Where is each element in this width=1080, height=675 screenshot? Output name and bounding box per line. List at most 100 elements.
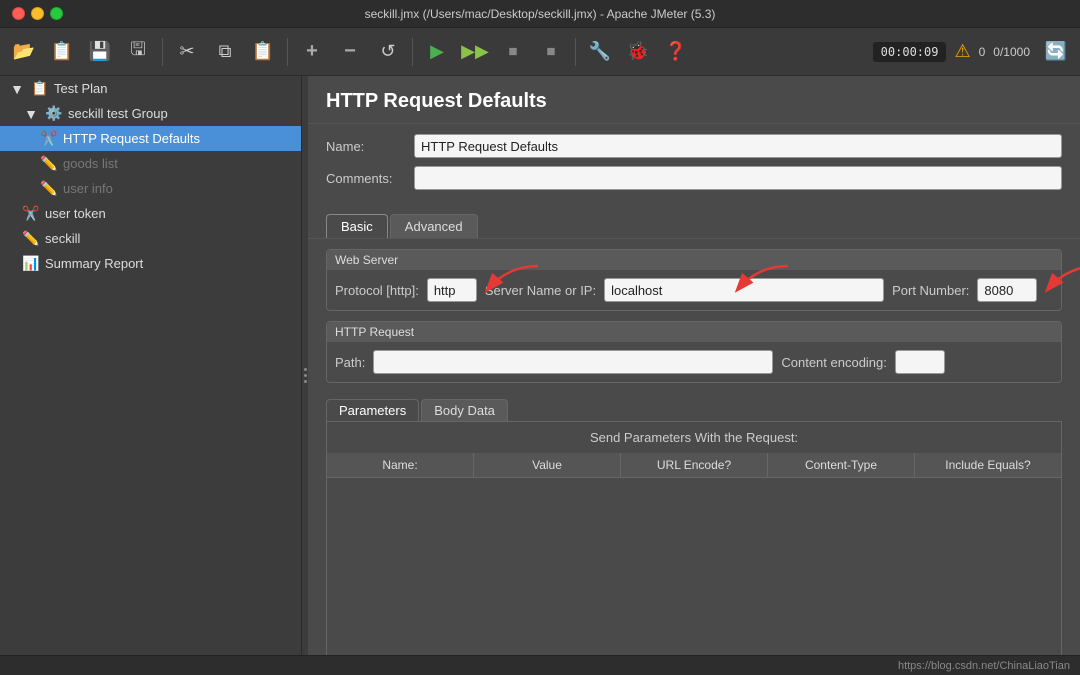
summary-report-icon: 📊: [22, 255, 40, 272]
timer-display: 00:00:09: [873, 42, 947, 62]
param-tabs: Parameters Body Data: [308, 393, 1080, 421]
name-input[interactable]: [414, 134, 1062, 158]
col-url-encode: URL Encode?: [621, 453, 768, 477]
path-input[interactable]: [373, 350, 773, 374]
col-include-equals: Include Equals?: [915, 453, 1061, 477]
counter-display: 0/1000: [993, 45, 1030, 59]
port-label: Port Number:: [892, 283, 969, 298]
separator-1: [162, 38, 163, 66]
sidebar-item-http-defaults[interactable]: ✂️ HTTP Request Defaults: [0, 126, 301, 151]
user-info-label: user info: [63, 181, 293, 196]
sidebar-item-goods-list[interactable]: ✏️ goods list: [0, 151, 301, 176]
content-header: HTTP Request Defaults: [308, 76, 1080, 124]
tab-advanced[interactable]: Advanced: [390, 214, 478, 238]
web-server-section: Web Server Protocol [http]: Server Name …: [326, 249, 1062, 311]
http-request-title: HTTP Request: [327, 322, 1061, 342]
content-title: HTTP Request Defaults: [326, 90, 547, 112]
minimize-button[interactable]: [31, 7, 44, 20]
separator-4: [575, 38, 576, 66]
protocol-label: Protocol [http]:: [335, 283, 419, 298]
start-button[interactable]: ▶: [419, 34, 455, 70]
comments-row: Comments:: [326, 166, 1062, 190]
separator-3: [412, 38, 413, 66]
save-as-button[interactable]: 🖫: [120, 34, 156, 70]
send-params-label: Send Parameters With the Request:: [327, 422, 1061, 453]
comments-input[interactable]: [414, 166, 1062, 190]
remove-button[interactable]: −: [332, 34, 368, 70]
status-url: https://blog.csdn.net/ChinaLiaoTian: [898, 660, 1070, 672]
paste-button[interactable]: 📋: [245, 34, 281, 70]
seckill-label: seckill: [45, 231, 293, 246]
encoding-input[interactable]: [895, 350, 945, 374]
sidebar-item-summary-report[interactable]: 📊 Summary Report: [0, 251, 301, 276]
form-section: Name: Comments:: [308, 124, 1080, 208]
window-title: seckill.jmx (/Users/mac/Desktop/seckill.…: [365, 7, 716, 21]
separator-2: [287, 38, 288, 66]
user-token-icon: ✂️: [22, 205, 40, 222]
server-input[interactable]: [604, 278, 884, 302]
sidebar-item-test-plan[interactable]: ▼ 📋 Test Plan: [0, 76, 301, 101]
seckill-icon: ✏️: [22, 230, 40, 247]
test-plan-folder-icon: 📋: [31, 80, 49, 97]
main-layout: ▼ 📋 Test Plan ▼ ⚙️ seckill test Group ✂️…: [0, 76, 1080, 675]
shutdown-button[interactable]: ⏹: [533, 34, 569, 70]
test-plan-icon: ▼: [8, 81, 26, 97]
protocol-input[interactable]: [427, 278, 477, 302]
goods-list-icon: ✏️: [40, 155, 58, 172]
log-errors-button[interactable]: 🐞: [620, 34, 656, 70]
summary-report-label: Summary Report: [45, 256, 293, 271]
open-button[interactable]: 📂: [6, 34, 42, 70]
resize-dot-3: [304, 380, 307, 383]
title-bar: seckill.jmx (/Users/mac/Desktop/seckill.…: [0, 0, 1080, 28]
warning-count: 0: [979, 45, 986, 59]
maximize-button[interactable]: [50, 7, 63, 20]
templates-button[interactable]: 📋: [44, 34, 80, 70]
table-body: [327, 478, 1061, 675]
undo-button[interactable]: ↺: [370, 34, 406, 70]
name-row: Name:: [326, 134, 1062, 158]
status-bar: https://blog.csdn.net/ChinaLiaoTian: [0, 655, 1080, 675]
web-server-body: Protocol [http]: Server Name or IP: Port…: [327, 270, 1061, 310]
sidebar-item-user-info[interactable]: ✏️ user info: [0, 176, 301, 201]
sidebar: ▼ 📋 Test Plan ▼ ⚙️ seckill test Group ✂️…: [0, 76, 302, 675]
content-area: HTTP Request Defaults Name: Comments: Ba…: [308, 76, 1080, 675]
user-info-icon: ✏️: [40, 180, 58, 197]
resize-dot-2: [304, 374, 307, 377]
seckill-group-label: seckill test Group: [68, 106, 293, 121]
tab-parameters[interactable]: Parameters: [326, 399, 419, 421]
cut-button[interactable]: ✂: [169, 34, 205, 70]
sidebar-item-user-token[interactable]: ✂️ user token: [0, 201, 301, 226]
seckill-group-icon: ⚙️: [45, 105, 63, 122]
copy-button[interactable]: ⧉: [207, 34, 243, 70]
window-controls: [12, 7, 63, 20]
add-element-button[interactable]: +: [294, 34, 330, 70]
col-value: Value: [474, 453, 621, 477]
col-content-type: Content-Type: [768, 453, 915, 477]
path-label: Path:: [335, 355, 365, 370]
http-request-section: HTTP Request Path: Content encoding:: [326, 321, 1062, 383]
http-defaults-label: HTTP Request Defaults: [63, 131, 293, 146]
start-no-pause-button[interactable]: ▶▶: [457, 34, 493, 70]
properties-button[interactable]: 🔧: [582, 34, 618, 70]
tab-basic[interactable]: Basic: [326, 214, 388, 238]
help-button[interactable]: ❓: [658, 34, 694, 70]
toolbar-right: 00:00:09 ⚠ 0 0/1000 🔄: [873, 34, 1074, 70]
encoding-label: Content encoding:: [781, 355, 887, 370]
tabs-bar: Basic Advanced: [308, 208, 1080, 239]
user-token-label: user token: [45, 206, 293, 221]
server-label: Server Name or IP:: [485, 283, 596, 298]
http-defaults-icon: ✂️: [40, 130, 58, 147]
port-input[interactable]: [977, 278, 1037, 302]
sidebar-item-seckill-group[interactable]: ▼ ⚙️ seckill test Group: [0, 101, 301, 126]
refresh-button[interactable]: 🔄: [1038, 34, 1074, 70]
close-button[interactable]: [12, 7, 25, 20]
comments-label: Comments:: [326, 171, 406, 186]
sidebar-item-seckill[interactable]: ✏️ seckill: [0, 226, 301, 251]
save-button[interactable]: 💾: [82, 34, 118, 70]
resize-dot-1: [304, 368, 307, 371]
col-name: Name:: [327, 453, 474, 477]
name-label: Name:: [326, 139, 406, 154]
param-table: Send Parameters With the Request: Name: …: [326, 421, 1062, 675]
stop-button[interactable]: ⏹: [495, 34, 531, 70]
tab-body-data[interactable]: Body Data: [421, 399, 508, 421]
